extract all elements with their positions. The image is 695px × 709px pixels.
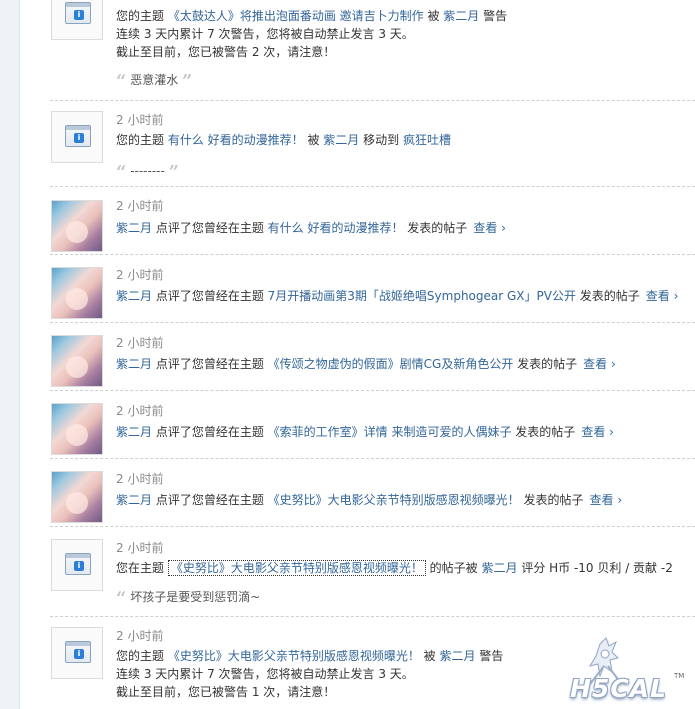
timestamp: 2 小时前 <box>116 629 164 643</box>
forum-link[interactable]: 疯狂吐槽 <box>403 133 451 147</box>
rate-line: 紫二月 点评了您曾经在主题 有什么 好看的动漫推荐！ 发表的帖子 查看 › <box>116 221 506 235</box>
timestamp: 2 小时前 <box>116 199 164 213</box>
notice-line-3: 截止至目前，您已被警告 1 次，请注意！ <box>116 685 336 699</box>
timestamp: 2 小时前 <box>116 113 164 127</box>
notice-line-1: 您的主题 有什么 好看的动漫推荐！ 被 紫二月 移动到 疯狂吐槽 <box>116 133 451 147</box>
notice-line-1: 您的主题 《史努比》大电影父亲节特别版感恩视频曝光！ 被 紫二月 警告 <box>116 649 504 663</box>
user-link[interactable]: 紫二月 <box>116 425 152 439</box>
user-avatar[interactable] <box>51 200 103 252</box>
system-notice-icon: i <box>51 111 103 163</box>
notice-line-3: 截止至目前，您已被警告 2 次，请注意！ <box>116 45 336 59</box>
notice-line-1: 您在主题 《史努比》大电影父亲节特别版感恩视频曝光！ 的帖子被 紫二月 评分 H… <box>116 560 673 576</box>
rate-line: 紫二月 点评了您曾经在主题 《传颂之物虚伪的假面》剧情CG及新角色公开 发表的帖… <box>116 357 616 371</box>
system-notice-icon: i <box>51 539 103 591</box>
timestamp: 2 小时前 <box>116 404 164 418</box>
notification-item: 2 小时前 紫二月 点评了您曾经在主题 《索菲的工作室》详情 来制造可爱的人偶妹… <box>50 391 695 459</box>
timestamp: 2 小时前 <box>116 268 164 282</box>
user-link[interactable]: 紫二月 <box>116 493 152 507</box>
topic-link[interactable]: 《史努比》大电影父亲节特别版感恩视频曝光！ <box>168 649 420 663</box>
site-watermark-logo: H5CAL TM <box>560 636 695 709</box>
topic-link[interactable]: 7月开播动画第3期「战姬绝唱Symphogear GX」PV公开 <box>268 289 576 303</box>
rate-line: 紫二月 点评了您曾经在主题 7月开播动画第3期「战姬绝唱Symphogear G… <box>116 289 679 303</box>
view-link[interactable]: 查看 › <box>581 425 614 439</box>
user-link[interactable]: 紫二月 <box>323 133 359 147</box>
notice-line-1: 您的主题 《太鼓达人》将推出泡面番动画 邀请吉卜力制作 被 紫二月 警告 <box>116 9 508 23</box>
notification-item: 2 小时前 紫二月 点评了您曾经在主题 《传颂之物虚伪的假面》剧情CG及新角色公… <box>50 323 695 391</box>
user-avatar[interactable] <box>51 267 103 319</box>
view-link[interactable]: 查看 › <box>583 357 616 371</box>
timestamp: 2 小时前 <box>116 541 164 555</box>
user-link[interactable]: 紫二月 <box>116 221 152 235</box>
system-notice-icon: i <box>51 627 103 679</box>
notice-line-2: 连续 3 天内累计 7 次警告，您将被自动禁止发言 3 天。 <box>116 667 414 681</box>
rate-line: 紫二月 点评了您曾经在主题 《史努比》大电影父亲节特别版感恩视频曝光！ 发表的帖… <box>116 493 623 507</box>
topic-link[interactable]: 有什么 好看的动漫推荐！ <box>168 133 304 147</box>
notification-item: i 2 小时前 您的主题 有什么 好看的动漫推荐！ 被 紫二月 移动到 疯狂吐槽… <box>50 101 695 187</box>
trademark-mark: TM <box>674 672 685 680</box>
topic-link[interactable]: 《史努比》大电影父亲节特别版感恩视频曝光！ <box>167 560 426 576</box>
topic-link[interactable]: 《索菲的工作室》详情 来制造可爱的人偶妹子 <box>268 425 512 439</box>
notification-item: 2 小时前 紫二月 点评了您曾经在主题 《史努比》大电影父亲节特别版感恩视频曝光… <box>50 459 695 527</box>
notice-quote: “ -------- ” <box>116 162 180 183</box>
system-notice-icon: i <box>51 0 103 40</box>
notification-item: 2 小时前 紫二月 点评了您曾经在主题 有什么 好看的动漫推荐！ 发表的帖子 查看… <box>50 187 695 255</box>
view-link[interactable]: 查看 › <box>590 493 623 507</box>
timestamp: 2 小时前 <box>116 472 164 486</box>
user-link[interactable]: 紫二月 <box>439 649 475 663</box>
notice-quote: “ 恶意灌水 ” <box>116 71 193 92</box>
notification-item: 2 小时前 紫二月 点评了您曾经在主题 7月开播动画第3期「战姬绝唱Sympho… <box>50 255 695 323</box>
user-link[interactable]: 紫二月 <box>481 561 517 575</box>
notice-line-2: 连续 3 天内累计 7 次警告，您将被自动禁止发言 3 天。 <box>116 27 414 41</box>
notification-item: i 2 小时前 您在主题 《史努比》大电影父亲节特别版感恩视频曝光！ 的帖子被 … <box>50 527 695 617</box>
topic-link[interactable]: 《史努比》大电影父亲节特别版感恩视频曝光！ <box>268 493 520 507</box>
topic-link[interactable]: 《传颂之物虚伪的假面》剧情CG及新角色公开 <box>268 357 514 371</box>
user-avatar[interactable] <box>51 471 103 523</box>
left-sidebar-rail <box>0 0 20 709</box>
topic-link[interactable]: 《太鼓达人》将推出泡面番动画 邀请吉卜力制作 <box>168 9 424 23</box>
notice-quote: “ 坏孩子是要受到惩罚滴~ <box>116 588 261 609</box>
timestamp: 2 小时前 <box>116 336 164 350</box>
user-link[interactable]: 紫二月 <box>116 289 152 303</box>
topic-link[interactable]: 有什么 好看的动漫推荐！ <box>268 221 404 235</box>
user-link[interactable]: 紫二月 <box>116 357 152 371</box>
notification-item: i 您的主题 《太鼓达人》将推出泡面番动画 邀请吉卜力制作 被 紫二月 警告 连… <box>50 0 695 101</box>
view-link[interactable]: 查看 › <box>473 221 506 235</box>
user-link[interactable]: 紫二月 <box>443 9 479 23</box>
user-avatar[interactable] <box>51 335 103 387</box>
user-avatar[interactable] <box>51 403 103 455</box>
watermark-text: H5CAL <box>570 674 667 703</box>
view-link[interactable]: 查看 › <box>646 289 679 303</box>
rate-line: 紫二月 点评了您曾经在主题 《索菲的工作室》详情 来制造可爱的人偶妹子 发表的帖… <box>116 425 614 439</box>
